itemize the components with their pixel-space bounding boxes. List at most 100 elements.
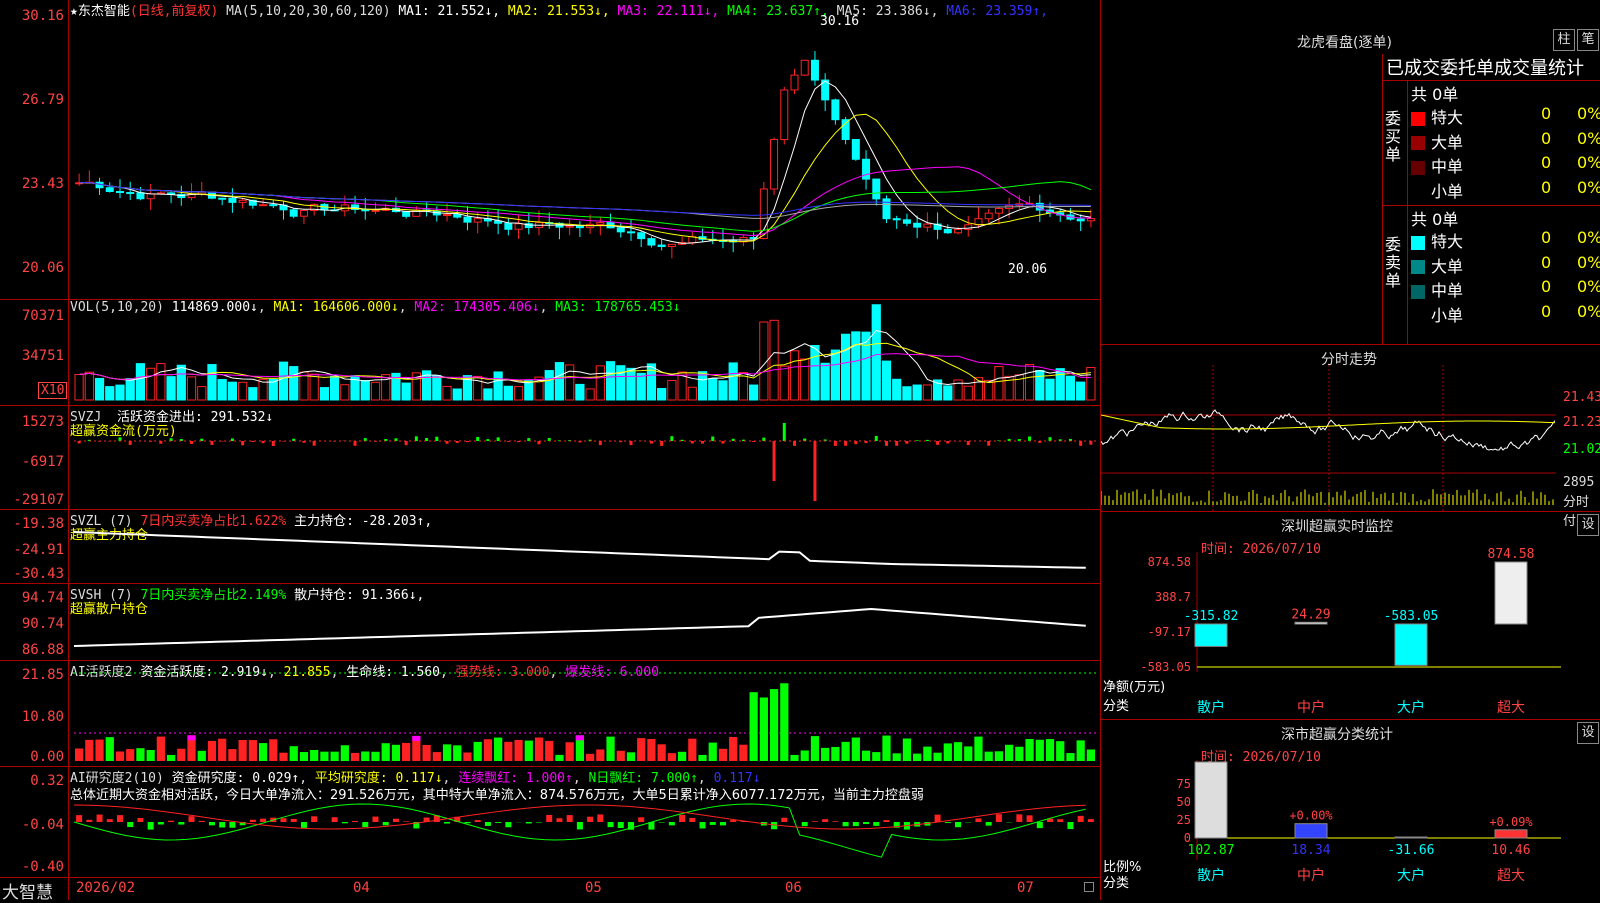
stats-bar bbox=[1295, 824, 1327, 838]
activity-bar bbox=[116, 751, 124, 761]
volume-pane[interactable]: VOL(5,10,20) 114869.000↓, MA1: 164606.00… bbox=[0, 300, 1100, 406]
activity-bar bbox=[239, 740, 247, 761]
svsh-pane[interactable]: SVSH (7) 7日内买卖净占比2.149% 散户持仓: 91.366↓, 超… bbox=[0, 584, 1100, 661]
volume-bar bbox=[1066, 376, 1074, 400]
activity-bar bbox=[831, 747, 839, 761]
candle bbox=[985, 213, 992, 219]
date-label-4: 07 bbox=[1017, 880, 1034, 896]
flow-bar bbox=[701, 441, 704, 444]
activity-bar bbox=[566, 742, 574, 761]
intraday-chart[interactable] bbox=[1101, 345, 1600, 511]
activity-bar bbox=[913, 754, 921, 761]
research-bar bbox=[178, 822, 184, 825]
flow-bar bbox=[354, 441, 357, 446]
volume-bar bbox=[923, 385, 931, 400]
ai-activity-pane[interactable]: AI活跃度2 资金活跃度: 2.919↓, 21.855, 生命线: 1.560… bbox=[0, 661, 1100, 767]
volume-bar bbox=[106, 387, 114, 400]
flow-bar bbox=[1079, 441, 1082, 446]
research-bar bbox=[689, 818, 695, 822]
avg-price-line bbox=[1101, 415, 1555, 429]
flow-bar bbox=[241, 441, 244, 445]
activity-bar bbox=[760, 697, 768, 761]
activity-bar bbox=[535, 738, 543, 761]
research-bar bbox=[771, 822, 777, 829]
research-bar bbox=[577, 822, 583, 829]
candle bbox=[116, 191, 123, 192]
volume-bar bbox=[1046, 379, 1054, 400]
candle bbox=[873, 179, 880, 199]
activity-bar bbox=[698, 755, 706, 761]
volume-bar bbox=[586, 389, 594, 400]
flow-bar bbox=[946, 441, 949, 443]
volume-bar bbox=[780, 366, 788, 400]
volume-bar bbox=[504, 386, 512, 400]
flow-bar bbox=[405, 441, 408, 445]
volume-bar bbox=[545, 371, 553, 400]
main-holding-line[interactable] bbox=[0, 510, 1100, 583]
sz-monitor-panel: 深圳超赢实时监控 设 时间: 2026/07/10 874.58388.7-97… bbox=[1101, 512, 1600, 720]
retail-holding-line[interactable] bbox=[0, 584, 1100, 660]
holding-line bbox=[74, 609, 1086, 646]
candle bbox=[300, 210, 307, 216]
ai-research-pane[interactable]: AI研究度2(10) 资金研究度: 0.029↑, 平均研究度: 0.117↓,… bbox=[0, 767, 1100, 878]
monitor-value: 874.58 bbox=[1488, 547, 1535, 562]
sz-monitor-ylabel: 净额(万元) bbox=[1103, 680, 1165, 695]
svzl-pane[interactable]: SVZL (7) 7日内买卖净占比1.622% 主力持仓: -28.203↑, … bbox=[0, 510, 1100, 584]
research-bar bbox=[556, 818, 562, 822]
svzj-pane[interactable]: SVZJ 活跃资金进出: 291.532↓ 超赢资金流(万元) 15273 -6… bbox=[0, 406, 1100, 510]
candle bbox=[219, 198, 226, 199]
activity-cap bbox=[187, 735, 195, 740]
tick-view-button[interactable]: 笔 bbox=[1577, 29, 1599, 51]
flow-bar bbox=[926, 440, 929, 441]
activity-bar bbox=[617, 751, 625, 761]
activity-bar bbox=[1005, 745, 1013, 761]
activity-bar bbox=[964, 746, 972, 761]
activity-bar bbox=[504, 742, 512, 761]
activity-bar bbox=[862, 751, 870, 761]
monitor-category: 超大 bbox=[1497, 700, 1525, 716]
activity-bar bbox=[228, 749, 236, 761]
activity-bar bbox=[1056, 741, 1064, 761]
volume-chart[interactable] bbox=[0, 300, 1100, 405]
volume-bar bbox=[719, 381, 727, 400]
volume-bar bbox=[126, 379, 134, 400]
activity-bar bbox=[647, 739, 655, 761]
lock-icon[interactable] bbox=[1084, 882, 1094, 892]
candle bbox=[372, 210, 379, 211]
flow-bar bbox=[599, 441, 602, 445]
activity-bars[interactable] bbox=[0, 661, 1100, 766]
volume-bar bbox=[239, 382, 247, 400]
research-bar bbox=[1078, 816, 1084, 822]
monitor-axis-label: 388.7 bbox=[1155, 590, 1191, 604]
activity-bar bbox=[310, 750, 318, 761]
volume-bar bbox=[453, 389, 461, 400]
activity-bar bbox=[770, 689, 778, 761]
activity-bar bbox=[402, 743, 410, 761]
research-bar bbox=[332, 817, 338, 822]
price-pane[interactable]: ★东杰智能(日线,前复权) MA(5,10,20,30,60,120) MA1:… bbox=[0, 0, 1100, 300]
intraday-panel[interactable]: 分时走势 21.43 21.23 21.02 2895 分时付 bbox=[1101, 345, 1600, 512]
candle bbox=[668, 244, 675, 246]
research-bar bbox=[403, 821, 409, 822]
date-label-2: 05 bbox=[585, 880, 602, 896]
research-bar bbox=[342, 822, 348, 823]
monitor-category: 大户 bbox=[1397, 699, 1425, 716]
volume-bar bbox=[709, 379, 717, 400]
research-chart[interactable] bbox=[0, 767, 1100, 877]
order-row: 中单00% bbox=[1411, 153, 1600, 177]
volume-bar bbox=[872, 305, 880, 400]
stats-value: -31.66 bbox=[1388, 843, 1435, 858]
research-bar bbox=[1057, 819, 1063, 822]
flow-bar bbox=[118, 437, 121, 441]
volume-bar bbox=[606, 362, 614, 400]
research-bar bbox=[86, 820, 92, 822]
research-bar bbox=[873, 822, 879, 826]
activity-bar bbox=[1087, 749, 1095, 761]
bar-view-button[interactable]: 柱 bbox=[1553, 29, 1575, 51]
candlestick-chart[interactable] bbox=[0, 0, 1100, 299]
activity-bar bbox=[453, 745, 461, 761]
sz-monitor-chart: 874.58388.7-97.17-583.05-315.82散户24.29中户… bbox=[1101, 512, 1600, 719]
research-bar bbox=[935, 815, 941, 822]
research-bar bbox=[383, 822, 389, 825]
fund-flow-chart[interactable] bbox=[0, 406, 1100, 509]
